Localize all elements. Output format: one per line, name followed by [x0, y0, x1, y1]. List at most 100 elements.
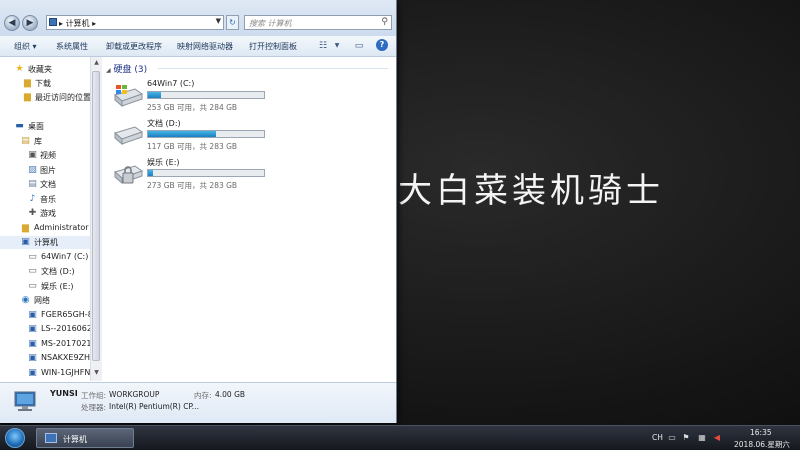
drive-free-space: 273 GB 可用，共 283 GB — [147, 181, 238, 190]
drive-icon: ▭ — [28, 281, 37, 291]
drive-icon — [113, 126, 144, 146]
help-icon[interactable]: ? — [376, 39, 388, 51]
wallpaper-text: 大白菜装机骑士 — [398, 171, 664, 211]
nav-item-network-pc[interactable]: ▣ NSAKXE9ZHE — [0, 352, 90, 365]
nav-item-drive-d[interactable]: ▭ 文档 (D:) — [0, 265, 90, 278]
drive-usage-fill — [148, 170, 153, 176]
scroll-up-icon[interactable]: ▲ — [92, 59, 101, 69]
nav-item-libraries[interactable]: ▤ 库 — [0, 135, 90, 148]
refresh-button[interactable]: ↻ — [226, 15, 239, 30]
path-arrow[interactable]: ▸ — [92, 19, 96, 28]
drive-item[interactable]: 文档 (D:) 117 GB 可用，共 283 GB — [110, 118, 390, 154]
cpu-label: 处理器: — [81, 403, 107, 412]
nav-item-drive-e[interactable]: ▭ 娱乐 (E:) — [0, 280, 90, 293]
back-arrow-icon: ◀ — [8, 18, 16, 28]
video-icon: ▣ — [28, 150, 37, 160]
user-folder-icon: ▆ — [22, 223, 29, 233]
drive-item[interactable]: 娱乐 (E:) 273 GB 可用，共 283 GB — [110, 157, 390, 193]
taskbar-button-computer[interactable]: 计算机 — [36, 428, 134, 448]
windows-logo-icon — [5, 428, 25, 448]
start-button[interactable] — [2, 426, 28, 450]
nav-item-recent-places[interactable]: ▆ 最近访问的位置 — [0, 91, 90, 104]
nav-item-network-pc[interactable]: ▣ WIN-1GJHFN: — [0, 367, 90, 380]
view-options-icon[interactable]: ☷ — [316, 39, 330, 53]
nav-item-network-pc[interactable]: ▣ LS--20160629 — [0, 323, 90, 336]
computer-icon: ▣ — [28, 368, 37, 378]
path-segment-computer[interactable]: 计算机 — [66, 19, 90, 28]
view-dropdown-icon[interactable]: ▼ — [330, 39, 344, 53]
volume-icon[interactable]: ◀ — [712, 433, 722, 443]
drive-usage-bar — [147, 169, 265, 177]
nav-item-desktop[interactable]: ▬ 桌面 — [0, 120, 90, 133]
computer-icon: ▣ — [28, 324, 37, 334]
windows-drive-icon — [113, 85, 144, 108]
open-control-panel-button[interactable]: 打开控制面板 — [249, 41, 297, 52]
clock-date[interactable]: 2018.06.星期六 — [734, 439, 790, 450]
nav-item-administrator[interactable]: ▆ Administrator — [0, 222, 90, 235]
content-pane: ◢ 硬盘 (3) 64Win7 (C:) 253 GB 可用，共 284 GB … — [102, 57, 396, 381]
nav-item-downloads[interactable]: ▆ 下载 — [0, 77, 90, 90]
collapse-arrow-icon: ◢ — [106, 67, 111, 74]
map-network-drive-button[interactable]: 映射网络驱动器 — [177, 41, 233, 52]
drive-name: 64Win7 (C:) — [147, 79, 195, 88]
preview-pane-icon[interactable]: ▭ — [352, 39, 366, 53]
library-icon: ▤ — [21, 136, 30, 146]
memory-value: 4.00 GB — [215, 390, 246, 399]
computer-icon — [45, 433, 57, 443]
clock-time[interactable]: 16:35 — [750, 428, 772, 437]
computer-icon — [14, 391, 36, 411]
workgroup-label: 工作组: — [81, 391, 107, 400]
forward-button[interactable]: ▶ — [22, 15, 38, 31]
folder-icon: ▆ — [24, 78, 31, 88]
scroll-thumb[interactable] — [92, 71, 100, 361]
address-bar[interactable]: ▸ 计算机 ▸ ▼ — [46, 15, 224, 30]
nav-item-games[interactable]: ✚ 游戏 — [0, 207, 90, 220]
games-icon: ✚ — [28, 208, 37, 218]
back-button[interactable]: ◀ — [4, 15, 20, 31]
nav-item-documents[interactable]: ▤ 文档 — [0, 178, 90, 191]
system-properties-button[interactable]: 系统属性 — [56, 41, 88, 52]
picture-icon: ▨ — [28, 165, 37, 175]
search-placeholder: 搜索 计算机 — [249, 19, 292, 28]
scroll-down-icon[interactable]: ▼ — [92, 369, 101, 379]
music-icon: ♪ — [29, 194, 36, 204]
locked-drive-icon — [113, 165, 144, 185]
taskbar: 计算机 CH ▭ ⚑ ▦ ◀ 16:35 2018.06.星期六 — [0, 425, 800, 450]
memory-label: 内存: — [194, 391, 212, 400]
forward-arrow-icon: ▶ — [26, 18, 34, 28]
flag-icon[interactable]: ⚑ — [681, 433, 691, 443]
path-root-arrow: ▸ — [59, 19, 64, 28]
nav-item-music[interactable]: ♪ 音乐 — [0, 193, 90, 206]
drive-usage-bar — [147, 91, 265, 99]
nav-item-favorites[interactable]: ★ 收藏夹 — [0, 63, 90, 76]
document-icon: ▤ — [28, 179, 37, 189]
group-header-hard-disks[interactable]: ◢ 硬盘 (3) — [106, 62, 147, 75]
keyboard-icon[interactable]: ▭ — [667, 433, 677, 443]
details-pane: YUNSI 工作组: WORKGROUP 内存: 4.00 GB 处理器: In… — [0, 382, 396, 423]
cpu-value: Intel(R) Pentium(R) CP... — [109, 402, 199, 411]
computer-icon — [49, 18, 57, 26]
uninstall-program-button[interactable]: 卸载或更改程序 — [106, 41, 162, 52]
nav-item-drive-c[interactable]: ▭ 64Win7 (C:) — [0, 251, 90, 264]
explorer-window: ◀ ▶ ▸ 计算机 ▸ ▼ ↻ 搜索 计算机 ⚲ 组织 ▾ 系统属性 卸载或更改… — [0, 0, 397, 423]
search-input[interactable]: 搜索 计算机 ⚲ — [244, 15, 392, 30]
chevron-down-icon[interactable]: ▼ — [216, 17, 221, 25]
folder-icon: ▆ — [24, 92, 31, 102]
organize-button[interactable]: 组织 ▾ — [14, 41, 37, 52]
address-row: ◀ ▶ ▸ 计算机 ▸ ▼ ↻ 搜索 计算机 ⚲ — [0, 0, 396, 36]
nav-item-computer[interactable]: ▣ 计算机 — [0, 236, 90, 249]
nav-item-pictures[interactable]: ▨ 图片 — [0, 164, 90, 177]
drive-name: 文档 (D:) — [147, 119, 181, 128]
star-icon: ★ — [15, 64, 24, 74]
network-tray-icon[interactable]: ▦ — [697, 433, 707, 443]
nav-scrollbar[interactable]: ▲ ▼ — [90, 57, 102, 381]
nav-item-network[interactable]: ◉ 网络 — [0, 294, 90, 307]
computer-name: YUNSI — [50, 389, 78, 398]
language-indicator[interactable]: CH — [652, 433, 663, 442]
drive-item[interactable]: 64Win7 (C:) 253 GB 可用，共 284 GB — [110, 79, 390, 115]
nav-item-network-pc[interactable]: ▣ MS-20170215 — [0, 338, 90, 351]
search-icon[interactable]: ⚲ — [381, 17, 388, 27]
nav-item-videos[interactable]: ▣ 视频 — [0, 149, 90, 162]
nav-item-network-pc[interactable]: ▣ FGER65GH-80 — [0, 309, 90, 322]
workgroup-value: WORKGROUP — [109, 390, 160, 399]
